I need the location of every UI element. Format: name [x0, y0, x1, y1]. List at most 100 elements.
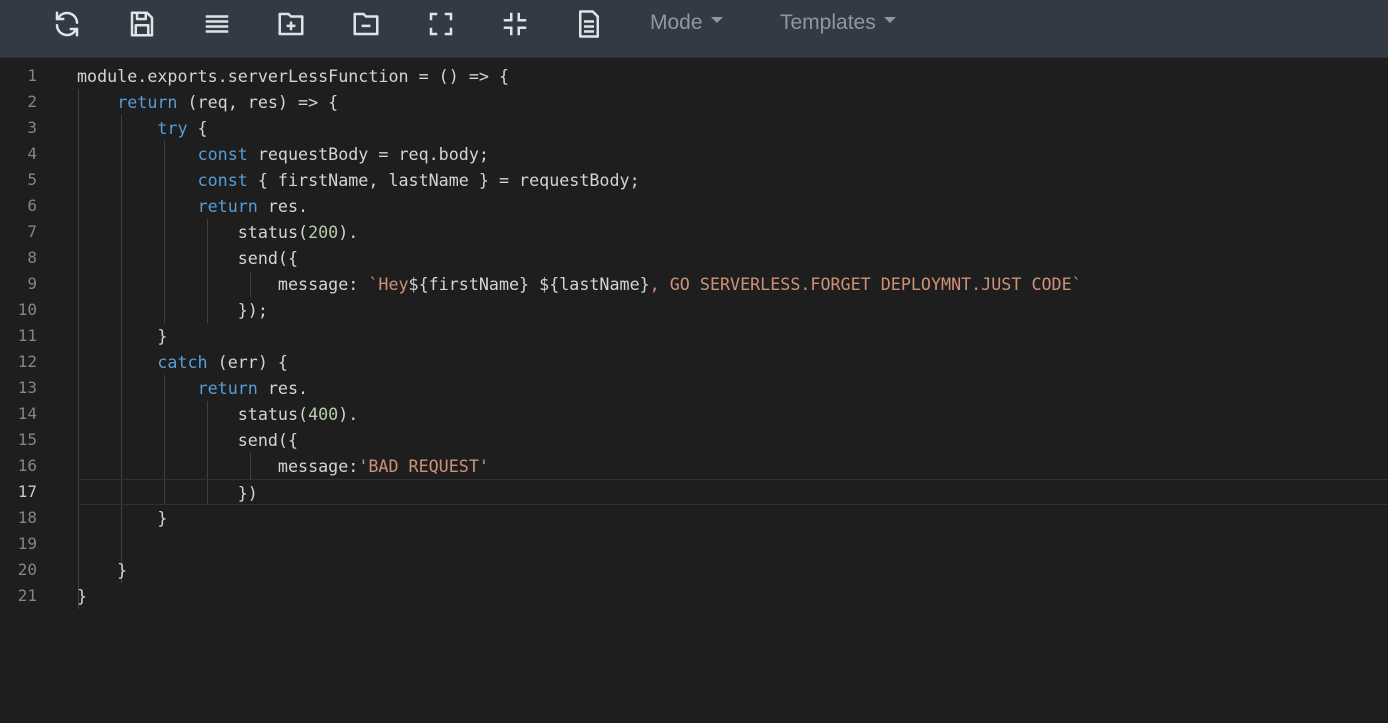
line-number: 5	[27, 170, 37, 189]
code-token: send({	[77, 430, 299, 450]
code-token: catch	[157, 352, 208, 372]
code-line[interactable]: return res.	[77, 375, 1388, 401]
code-line[interactable]: module.exports.serverLessFunction = () =…	[77, 63, 1388, 89]
code-line[interactable]: try {	[77, 115, 1388, 141]
expand-all-icon	[278, 12, 304, 36]
code-token: }	[77, 508, 168, 528]
code-line[interactable]: message: `Hey${firstName} ${lastName}, G…	[77, 271, 1388, 297]
code-line[interactable]: status(400).	[77, 401, 1388, 427]
code-token: (err) {	[207, 352, 288, 372]
code-token: }	[77, 560, 128, 580]
line-number: 3	[27, 118, 37, 137]
code-line[interactable]	[77, 531, 1388, 557]
document-button[interactable]	[572, 7, 606, 41]
code-line[interactable]: status(200).	[77, 219, 1388, 245]
collapse-all-icon	[353, 12, 379, 36]
code-token: { firstName, lastName } = requestBody;	[247, 170, 640, 190]
code-token: return	[197, 378, 258, 398]
line-number: 13	[17, 378, 37, 397]
code-token: const	[197, 144, 248, 164]
line-number: 7	[27, 222, 37, 241]
code-line[interactable]: }	[77, 557, 1388, 583]
code-token: })	[77, 483, 258, 503]
code-token: return	[117, 92, 178, 112]
code-token: requestBody = req.body;	[247, 144, 489, 164]
mode-label: Mode	[650, 11, 703, 34]
save-icon	[130, 11, 154, 37]
exit-fullscreen-button[interactable]	[498, 7, 532, 41]
code-token: });	[77, 300, 268, 320]
code-line[interactable]: return (req, res) => {	[77, 89, 1388, 115]
code-token: ).	[338, 404, 359, 424]
code-editor[interactable]: 1 2 3 4 5 6 7 8 9 10 11 12 13 14 15 16 17 18 19 20 21 module…	[0, 63, 1388, 723]
code-line[interactable]: })	[77, 479, 1388, 505]
collapse-all-button[interactable]	[349, 7, 383, 41]
line-number: 20	[17, 560, 37, 579]
code-token: {	[187, 118, 208, 138]
mode-dropdown[interactable]: Mode	[650, 8, 723, 38]
code-line[interactable]: const requestBody = req.body;	[77, 141, 1388, 167]
code-token: }	[77, 586, 88, 606]
code-token: try	[157, 118, 188, 138]
code-token: `Hey	[368, 274, 409, 294]
line-number: 14	[17, 404, 37, 423]
code-line[interactable]: const { firstName, lastName } = requestB…	[77, 167, 1388, 193]
expand-all-button[interactable]	[274, 7, 308, 41]
line-number-gutter: 1 2 3 4 5 6 7 8 9 10 11 12 13 14 15 16 17 18 19 20 21	[0, 63, 60, 723]
format-icon	[205, 15, 229, 33]
templates-label: Templates	[780, 11, 876, 34]
code-token: res.	[257, 378, 309, 398]
code-token: }	[77, 326, 168, 346]
code-line[interactable]: }	[77, 583, 1388, 609]
code-token: return	[197, 196, 258, 216]
line-number: 9	[27, 274, 37, 293]
format-button[interactable]	[200, 7, 234, 41]
code-token: status(	[77, 404, 309, 424]
code-token: module.exports.serverLessFunction = () =…	[77, 66, 510, 86]
line-number: 6	[27, 196, 37, 215]
line-number: 11	[17, 326, 37, 345]
line-number: 1	[27, 66, 37, 85]
code-token: 'BAD REQUEST'	[358, 456, 489, 476]
code-token: 200	[308, 222, 339, 242]
editor-toolbar: Mode Templates	[0, 0, 1388, 58]
line-number: 19	[17, 534, 37, 553]
line-number: 12	[17, 352, 37, 371]
code-token: (req, res) => {	[177, 92, 339, 112]
code-area[interactable]: module.exports.serverLessFunction = () =…	[77, 63, 1388, 723]
code-line[interactable]: send({	[77, 245, 1388, 271]
code-line[interactable]: });	[77, 297, 1388, 323]
save-button[interactable]	[125, 7, 159, 41]
line-number: 21	[17, 586, 37, 605]
caret-down-icon	[710, 17, 723, 23]
code-token: res.	[257, 196, 309, 216]
templates-dropdown[interactable]: Templates	[780, 8, 896, 38]
line-number: 15	[17, 430, 37, 449]
line-number: 16	[17, 456, 37, 475]
code-token: const	[197, 170, 248, 190]
code-token: , GO SERVERLESS.FORGET DEPLOYMNT.JUST CO…	[649, 274, 1082, 294]
code-token: message:	[77, 274, 369, 294]
code-line[interactable]: }	[77, 323, 1388, 349]
exit-fullscreen-icon	[503, 12, 527, 36]
code-token: message:	[77, 456, 359, 476]
code-token: 400	[308, 404, 339, 424]
refresh-button[interactable]	[50, 7, 84, 41]
line-number: 2	[27, 92, 37, 111]
code-line[interactable]: catch (err) {	[77, 349, 1388, 375]
code-line[interactable]: }	[77, 505, 1388, 531]
fullscreen-button[interactable]	[424, 7, 458, 41]
code-line[interactable]: message:'BAD REQUEST'	[77, 453, 1388, 479]
refresh-icon	[55, 11, 79, 37]
line-number: 18	[17, 508, 37, 527]
code-line[interactable]: return res.	[77, 193, 1388, 219]
code-line[interactable]: send({	[77, 427, 1388, 453]
caret-down-icon	[883, 17, 896, 23]
